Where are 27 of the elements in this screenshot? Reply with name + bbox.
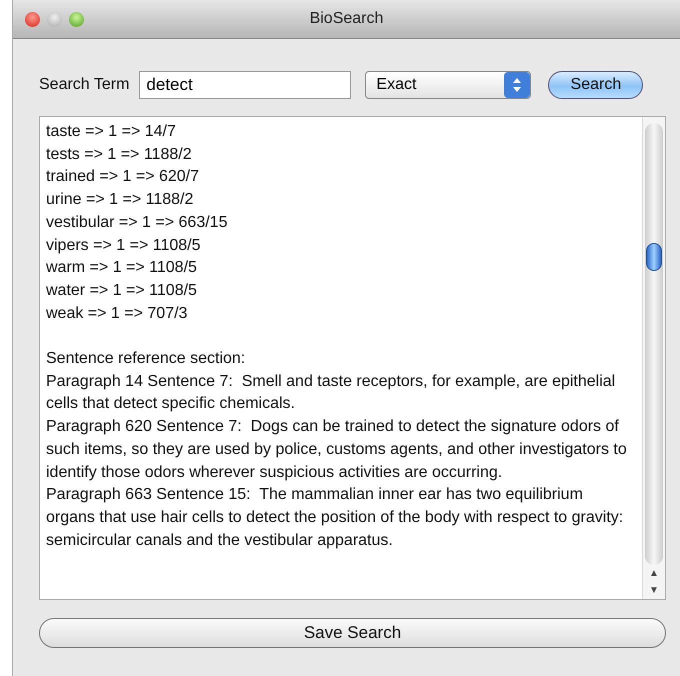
sentence-reference: Paragraph 14 Sentence 7: Smell and taste receptors, for example, are epithelial cells that detect specific chemicals. — [46, 372, 616, 414]
result-line: vipers => 1 => 1108/5 — [46, 236, 202, 256]
save-search-button[interactable]: Save Search — [39, 618, 666, 648]
scrollbar[interactable]: ▲ ▼ — [642, 117, 665, 599]
minimize-icon[interactable] — [47, 12, 62, 26]
result-line: warm => 1 => 1108/5 — [46, 258, 198, 278]
scroll-up-button[interactable]: ▲ — [649, 565, 659, 582]
section-heading: Sentence reference section: — [46, 349, 246, 370]
result-line: vestibular => 1 => 663/15 — [46, 212, 228, 233]
result-line: urine => 1 => 1188/2 — [46, 190, 194, 210]
result-line: water => 1 => 1108/5 — [46, 280, 198, 301]
zoom-icon[interactable] — [69, 12, 84, 26]
close-icon[interactable] — [25, 12, 40, 26]
search-field[interactable]: detect — [139, 71, 352, 99]
result-line: taste => 1 => 14/7 — [46, 122, 177, 142]
result-line: trained => 1 => 620/7 — [46, 167, 200, 188]
search-button[interactable]: Search — [548, 71, 644, 99]
stepper-icon — [504, 72, 530, 98]
scroll-down-button[interactable]: ▼ — [649, 582, 659, 599]
search-term-label: Search Term — [39, 76, 130, 94]
match-mode-dropdown[interactable]: Exact — [365, 71, 532, 99]
result-line: tests => 1 => 1188/2 — [46, 144, 193, 165]
scroll-thumb[interactable] — [646, 243, 662, 271]
result-line: weak => 1 => 707/3 — [46, 304, 188, 324]
sentence-reference: Paragraph 663 Sentence 15: The mammalian inner ear has two equilibrium organs that use hair cells to detect the position of the body with respect to gravity: semicircular canals and the vestibular apparatus. — [46, 485, 624, 551]
window-title: BioSearch — [310, 10, 384, 28]
sentence-reference: Paragraph 620 Sentence 7: Dogs can be trained to detect the signature odors of such items, so they are used by police, customs agents, and other investigators to identify those odors wherever suspicious activities are occurring. — [46, 417, 628, 483]
